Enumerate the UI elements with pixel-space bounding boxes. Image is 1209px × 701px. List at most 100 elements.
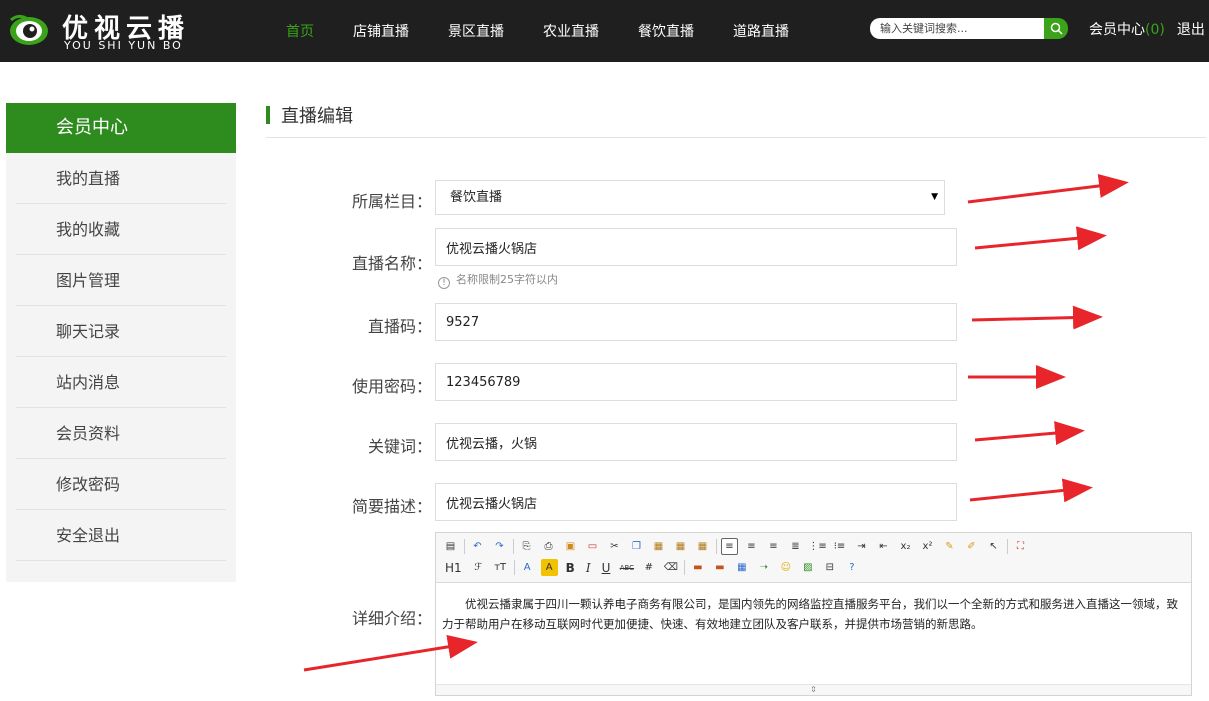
- sidebar-item-my-live[interactable]: 我的直播: [16, 153, 226, 204]
- category-selected-value: 餐饮直播: [450, 190, 503, 205]
- fullscreen-icon[interactable]: ⛶: [1012, 538, 1029, 555]
- sidebar-item-images[interactable]: 图片管理: [16, 255, 226, 306]
- arrow-category: [967, 174, 1129, 204]
- editor-content[interactable]: 优视云播隶属于四川一颗认养电子商务有限公司，是国内领先的网络监控直播服务平台，我…: [436, 583, 1191, 683]
- logo[interactable]: 优视云播 YOU SHI YUN BO: [6, 6, 186, 54]
- keywords-label: 关键词：: [367, 437, 432, 456]
- nav-item-food-live[interactable]: 餐饮直播: [638, 21, 694, 41]
- page-break-icon[interactable]: ⊟: [821, 559, 838, 576]
- search-box: [870, 18, 1070, 39]
- clear-format-icon[interactable]: ✎: [941, 538, 958, 555]
- toolbar-divider: [716, 539, 717, 554]
- summary-label: 简要描述：: [351, 497, 432, 516]
- code-icon[interactable]: ▭: [584, 538, 601, 555]
- sidebar-item-chat-history[interactable]: 聊天记录: [16, 306, 226, 357]
- undo-icon[interactable]: ↶: [469, 538, 486, 555]
- highlight-color-icon[interactable]: A: [540, 559, 558, 576]
- live-name-field[interactable]: [435, 228, 957, 266]
- toolbar-divider: [513, 560, 515, 575]
- editor-toolbar: ▤ ↶ ↷ ⎘ ⎙ ▣ ▭ ✂ ❐ ▦ ▦ ▦ ≡ ≡ ≡ ≣ ⋮≡ ⁝≡ ⇥ …: [436, 533, 1191, 583]
- emoticon-icon[interactable]: ☺: [777, 559, 794, 576]
- hr-icon[interactable]: #: [640, 559, 657, 576]
- summary-field[interactable]: [435, 483, 957, 521]
- main-nav: 首页 店铺直播 景区直播 农业直播 餐饮直播 道路直播: [268, 0, 828, 62]
- copy-icon[interactable]: ❐: [628, 538, 645, 555]
- strikethrough-icon[interactable]: ABC: [618, 559, 635, 576]
- sidebar-item-profile[interactable]: 会员资料: [16, 408, 226, 459]
- align-justify-icon[interactable]: ≣: [787, 538, 804, 555]
- font-size-icon[interactable]: ᴛT: [492, 559, 509, 576]
- toolbar-divider: [684, 560, 686, 575]
- paste-icon[interactable]: ▦: [650, 538, 667, 555]
- select-all-icon[interactable]: ✐: [963, 538, 980, 555]
- nav-item-home[interactable]: 首页: [286, 21, 314, 41]
- superscript-icon[interactable]: x²: [919, 538, 936, 555]
- info-icon: !: [438, 277, 450, 289]
- map-icon[interactable]: ▨: [799, 559, 816, 576]
- arrow-name: [974, 226, 1107, 251]
- unordered-list-icon[interactable]: ⁝≡: [831, 538, 848, 555]
- nav-item-road-live[interactable]: 道路直播: [733, 21, 789, 41]
- password-label: 使用密码：: [351, 377, 432, 396]
- align-left-icon[interactable]: ≡: [721, 538, 738, 555]
- image-icon[interactable]: ▬: [689, 559, 706, 576]
- logout-link[interactable]: 退出: [1177, 22, 1205, 38]
- live-code-label: 直播码：: [367, 317, 432, 336]
- ordered-list-icon[interactable]: ⋮≡: [808, 538, 826, 555]
- live-name-hint: ! 名称限制25字符以内: [438, 271, 558, 289]
- nav-item-scenic-live[interactable]: 景区直播: [448, 21, 504, 41]
- keywords-field[interactable]: [435, 423, 957, 461]
- paste-word-icon[interactable]: ▦: [694, 538, 711, 555]
- arrow-code: [971, 305, 1103, 330]
- help-icon[interactable]: ?: [843, 559, 860, 576]
- arrow-summary: [969, 478, 1093, 503]
- page-title: 直播编辑: [281, 106, 353, 127]
- indent-icon[interactable]: ⇥: [853, 538, 870, 555]
- search-button[interactable]: [1044, 18, 1068, 39]
- table-icon[interactable]: ▦: [733, 559, 750, 576]
- cursor-icon[interactable]: ↖: [985, 538, 1002, 555]
- font-color-icon[interactable]: A: [519, 559, 536, 576]
- subscript-icon[interactable]: x₂: [897, 538, 914, 555]
- sidebar-title: 会员中心: [6, 103, 236, 153]
- paste-text-icon[interactable]: ▦: [672, 538, 689, 555]
- redo-icon[interactable]: ↷: [491, 538, 508, 555]
- heading-dropdown[interactable]: H1: [442, 559, 465, 576]
- sidebar-item-logout[interactable]: 安全退出: [16, 510, 226, 561]
- nav-item-agri-live[interactable]: 农业直播: [543, 21, 599, 41]
- member-center-link[interactable]: 会员中心: [1089, 22, 1145, 38]
- live-name-hint-text: 名称限制25字符以内: [456, 273, 558, 286]
- title-accent-bar: [266, 106, 270, 124]
- search-input[interactable]: [870, 18, 1044, 39]
- multi-image-icon[interactable]: ▬: [711, 559, 728, 576]
- dropdown-arrow-icon: ▼: [931, 192, 938, 202]
- sidebar: 会员中心 我的直播 我的收藏 图片管理 聊天记录 站内消息 会员资料 修改密码 …: [6, 103, 236, 582]
- sidebar-item-change-password[interactable]: 修改密码: [16, 459, 226, 510]
- source-icon[interactable]: ▤: [442, 538, 459, 555]
- eye-logo-icon: [10, 14, 48, 45]
- detail-label: 详细介绍：: [351, 609, 432, 628]
- eraser-icon[interactable]: ⌫: [662, 559, 679, 576]
- live-name-label: 直播名称：: [351, 254, 432, 273]
- nav-item-shop-live[interactable]: 店铺直播: [353, 21, 409, 41]
- rich-text-editor: ▤ ↶ ↷ ⎘ ⎙ ▣ ▭ ✂ ❐ ▦ ▦ ▦ ≡ ≡ ≡ ≣ ⋮≡ ⁝≡ ⇥ …: [435, 532, 1192, 696]
- editor-resize-handle[interactable]: ⇕: [436, 684, 1191, 695]
- align-center-icon[interactable]: ≡: [743, 538, 760, 555]
- bold-button[interactable]: B: [563, 559, 578, 576]
- sidebar-item-favorites[interactable]: 我的收藏: [16, 204, 226, 255]
- sidebar-item-messages[interactable]: 站内消息: [16, 357, 226, 408]
- cut-icon[interactable]: ✂: [606, 538, 623, 555]
- outdent-icon[interactable]: ⇤: [875, 538, 892, 555]
- search-icon: [1050, 22, 1063, 35]
- preview-icon[interactable]: ⎘: [518, 538, 535, 555]
- italic-button[interactable]: I: [583, 559, 594, 576]
- template-icon[interactable]: ▣: [562, 538, 579, 555]
- align-right-icon[interactable]: ≡: [765, 538, 782, 555]
- live-code-field[interactable]: [435, 303, 957, 341]
- font-family-icon[interactable]: ℱ: [470, 559, 487, 576]
- insert-icon[interactable]: ➝: [755, 559, 772, 576]
- print-icon[interactable]: ⎙: [540, 538, 557, 555]
- underline-button[interactable]: U: [599, 559, 614, 576]
- category-select[interactable]: 餐饮直播 ▼: [435, 180, 945, 215]
- password-field[interactable]: [435, 363, 957, 401]
